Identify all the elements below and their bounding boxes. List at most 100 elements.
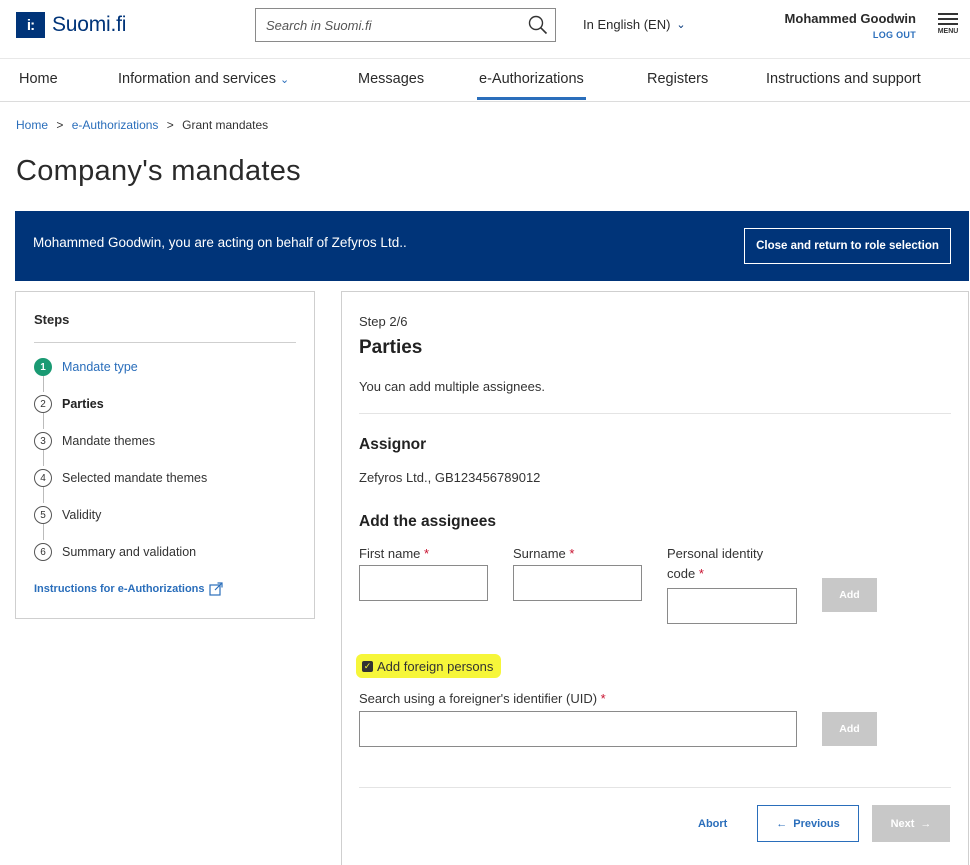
logo-mark: i: (16, 12, 45, 38)
nav-item-home[interactable]: Home (19, 71, 58, 87)
label-text-line2: code (667, 566, 696, 581)
nav-item-registers[interactable]: Registers (647, 71, 708, 87)
assignor-value: Zefyros Ltd., GB123456789012 (359, 470, 541, 485)
add-foreign-person-button[interactable]: Add (822, 712, 877, 746)
breadcrumb: Home > e-Authorizations > Grant mandates (16, 118, 268, 132)
language-label: In English (EN) (583, 17, 671, 32)
step-number: 4 (34, 469, 52, 487)
steps-title: Steps (34, 312, 70, 327)
assignor-heading: Assignor (359, 436, 427, 453)
logo-text: Suomi.fi (52, 13, 127, 36)
label-text: First name (359, 546, 421, 561)
menu-button[interactable]: MENU (934, 10, 962, 35)
checkbox-label: Add foreign persons (377, 658, 494, 674)
first-name-label: First name * (359, 544, 429, 564)
nav-item-instructions-and-support[interactable]: Instructions and support (766, 71, 921, 87)
logout-link[interactable]: LOG OUT (785, 30, 916, 40)
chevron-down-icon: ⌄ (279, 74, 290, 86)
step-counter: Step 2/6 (359, 314, 408, 329)
nav-item-information-and-services[interactable]: Information and services ⌄ (118, 71, 289, 87)
language-selector[interactable]: In English (EN) ⌄ (583, 17, 686, 32)
step-number: 2 (34, 395, 52, 413)
surname-field[interactable] (513, 565, 642, 601)
user-info: Mohammed Goodwin LOG OUT (785, 11, 916, 40)
arrow-left-icon: ← (776, 817, 788, 830)
site-header: i: Suomi.fi In English (EN) ⌄ Mohammed G… (0, 0, 970, 52)
search-input[interactable] (256, 9, 521, 41)
step-number: 5 (34, 506, 52, 524)
step-label: Mandate themes (62, 434, 156, 448)
divider (359, 413, 951, 414)
assignees-heading: Add the assignees (359, 513, 496, 530)
divider (359, 787, 951, 788)
user-name: Mohammed Goodwin (784, 11, 916, 26)
chevron-down-icon: ⌄ (676, 19, 686, 31)
add-assignee-button[interactable]: Add (822, 578, 877, 612)
abort-link[interactable]: Abort (698, 818, 727, 830)
label-text: Search using a foreigner's identifier (U… (359, 691, 598, 706)
required-mark: * (424, 546, 430, 561)
step-connector (43, 450, 44, 466)
form-actions: Abort ← Previous Next → (342, 805, 968, 845)
suomi-fi-logo[interactable]: i: Suomi.fi (16, 12, 126, 38)
menu-label: MENU (937, 28, 959, 35)
step-connector (43, 413, 44, 429)
uid-label: Search using a foreigner's identifier (U… (359, 689, 606, 709)
foreigner-uid-search-field[interactable] (359, 711, 797, 747)
step-label: Mandate type (62, 360, 138, 374)
breadcrumb-e-authorizations[interactable]: e-Authorizations (72, 118, 159, 132)
parties-form-panel: Step 2/6 Parties You can add multiple as… (341, 291, 969, 865)
previous-label: Previous (793, 817, 840, 830)
nav-item-label: Registers (647, 71, 709, 87)
nav-item-label: Home (19, 71, 58, 87)
label-text-line1: Personal identity (667, 546, 764, 561)
steps-panel: Steps 1 Mandate type 2 Parties 3 Mandate… (15, 291, 315, 619)
step-number: 6 (34, 543, 52, 561)
close-and-return-button[interactable]: Close and return to role selection (744, 228, 951, 264)
step-summary-and-validation: 6 Summary and validation (34, 542, 196, 562)
required-mark: * (569, 546, 575, 561)
step-connector (43, 487, 44, 503)
previous-button[interactable]: ← Previous (757, 805, 859, 842)
nav-item-label: Messages (358, 71, 425, 87)
step-label: Parties (62, 397, 104, 411)
nav-item-label: Information and services (118, 71, 276, 87)
step-heading: Parties (359, 337, 423, 358)
nav-item-e-authorizations[interactable]: e-Authorizations (477, 71, 586, 100)
banner-text: Mohammed Goodwin, you are acting on beha… (33, 235, 407, 250)
step-mandate-type[interactable]: 1 Mandate type (34, 357, 138, 377)
instructions-link[interactable]: Instructions for e-Authorizations (34, 582, 223, 596)
add-foreign-persons-checkbox[interactable]: ✓ Add foreign persons (356, 654, 502, 678)
search-box (255, 8, 556, 42)
page-title: Company's mandates (16, 155, 301, 187)
instructions-link-label: Instructions for e-Authorizations (34, 583, 205, 595)
step-validity: 5 Validity (34, 505, 101, 525)
breadcrumb-separator: > (166, 118, 174, 132)
first-name-field[interactable] (359, 565, 488, 601)
nav-item-messages[interactable]: Messages (358, 71, 424, 87)
arrow-right-icon: → (920, 817, 932, 830)
breadcrumb-home[interactable]: Home (16, 118, 48, 132)
acting-on-behalf-banner: Mohammed Goodwin, you are acting on beha… (15, 211, 969, 281)
external-link-icon (208, 582, 223, 596)
step-connector (43, 376, 44, 392)
next-label: Next (890, 817, 915, 830)
next-button[interactable]: Next → (872, 805, 950, 842)
step-selected-mandate-themes: 4 Selected mandate themes (34, 468, 207, 488)
divider (34, 342, 296, 343)
checkbox-checked-icon: ✓ (362, 660, 373, 672)
personal-identity-code-label: Personal identity code * (667, 544, 763, 584)
nav-item-label: Instructions and support (766, 71, 921, 87)
search-button[interactable] (521, 9, 555, 41)
personal-identity-code-field[interactable] (667, 588, 797, 624)
nav-item-label: e-Authorizations (479, 71, 584, 87)
step-connector (43, 524, 44, 540)
step-label: Summary and validation (62, 545, 197, 559)
step-number: 1 (34, 358, 52, 376)
step-mandate-themes: 3 Mandate themes (34, 431, 155, 451)
surname-label: Surname * (513, 544, 574, 564)
search-icon (528, 15, 548, 35)
main-nav: Home Information and services ⌄ Messages … (0, 58, 970, 102)
hamburger-icon (934, 13, 962, 25)
step-parties: 2 Parties (34, 394, 104, 414)
